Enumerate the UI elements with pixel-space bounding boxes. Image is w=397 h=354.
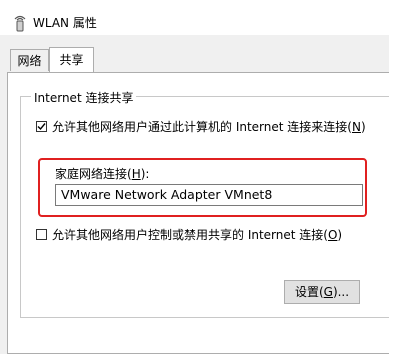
tab-sharing[interactable]: 共享 — [49, 47, 94, 73]
sharing-panel: Internet 连接共享 允许其他网络用户通过此计算机的 Internet 连… — [7, 72, 394, 354]
checkmark-icon — [37, 123, 46, 131]
ics-group-title: Internet 连接共享 — [31, 89, 137, 106]
allow-sharing-label[interactable]: 允许其他网络用户通过此计算机的 Internet 连接来连接(N) — [52, 118, 366, 135]
window-edge — [389, 0, 397, 354]
wifi-adapter-icon — [14, 15, 26, 32]
allow-sharing-checkbox[interactable] — [36, 121, 47, 132]
allow-control-label[interactable]: 允许其他网络用户控制或禁用共享的 Internet 连接(O) — [52, 226, 342, 243]
home-network-label: 家庭网络连接(H): — [55, 167, 150, 181]
home-network-select[interactable]: VMware Network Adapter VMnet8 — [55, 184, 363, 206]
title-bar: WLAN 属性 — [0, 7, 397, 35]
tab-network[interactable]: 网络 — [10, 49, 49, 71]
window-title: WLAN 属性 — [33, 16, 97, 30]
settings-button[interactable]: 设置(G)... — [284, 280, 360, 304]
properties-window: WLAN 属性 网络 共享 Internet 连接共享 允许其他网络用户通过此计… — [0, 7, 397, 354]
allow-control-checkbox[interactable] — [36, 229, 47, 240]
